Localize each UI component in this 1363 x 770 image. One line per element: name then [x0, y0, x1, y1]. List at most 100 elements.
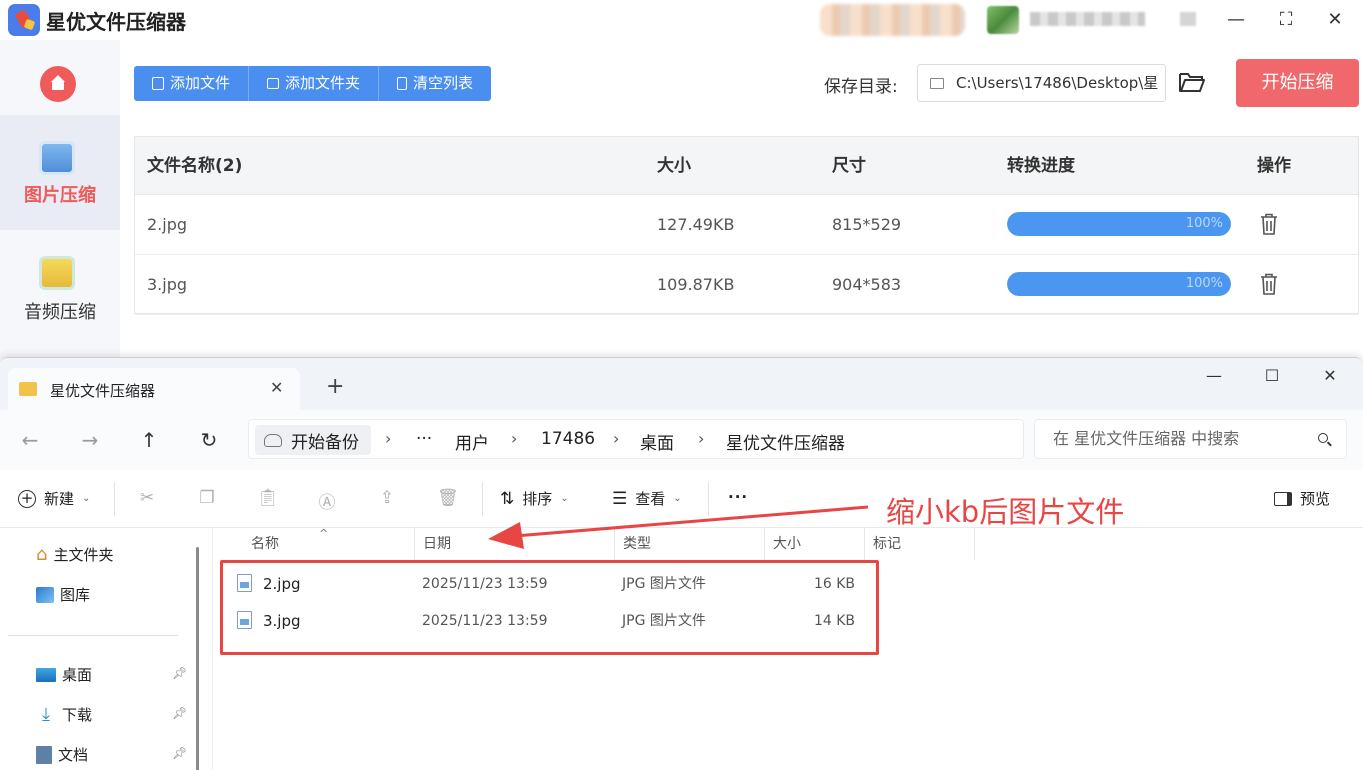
file-row[interactable]: 3.jpg 2025/11/23 13:59 JPG 图片文件 14 KB: [233, 603, 873, 639]
explorer-minimize-button[interactable]: —: [1202, 366, 1226, 385]
cut-icon[interactable]: ✂: [137, 488, 157, 508]
breadcrumb-item[interactable]: 桌面: [640, 429, 674, 454]
breadcrumb-backup[interactable]: 开始备份: [255, 425, 371, 455]
file-size: 16 KB: [813, 576, 855, 592]
annotation-text: 缩小kb后图片文件: [886, 495, 1125, 529]
paste-icon[interactable]: 📋︎: [257, 488, 279, 508]
breadcrumb-item[interactable]: 用户: [455, 429, 489, 454]
blurred-user-info: [820, 4, 965, 36]
sort-label: 排序: [522, 490, 553, 508]
rename-icon[interactable]: Ⓐ: [317, 488, 337, 513]
nav-item-documents[interactable]: 文档: [36, 744, 88, 765]
add-file-label: 添加文件: [170, 74, 231, 92]
blurred-badge: [1180, 12, 1196, 26]
save-dir-label: 保存目录:: [824, 77, 898, 97]
file-name: 2.jpg: [263, 575, 301, 593]
pin-icon[interactable]: 📌︎: [172, 666, 187, 680]
folder-outline-icon: [930, 78, 944, 89]
home-icon[interactable]: [40, 66, 76, 102]
file-toolbar: 添加文件 添加文件夹 清空列表: [134, 66, 492, 101]
new-button[interactable]: + 新建 ⌄: [18, 488, 90, 509]
close-button[interactable]: ✕: [1323, 8, 1347, 32]
file-date: 2025/11/23 13:59: [422, 576, 548, 592]
gallery-icon: [36, 586, 54, 603]
app-logo-icon: [8, 4, 40, 36]
navigation-scrollbar[interactable]: [196, 547, 199, 770]
start-compress-button[interactable]: 开始压缩: [1236, 59, 1359, 107]
breadcrumb-more[interactable]: ···: [416, 429, 432, 449]
explorer-close-button[interactable]: ✕: [1318, 366, 1342, 385]
chevron-right-icon: ›: [698, 429, 705, 448]
sidebar-item-audio-compress[interactable]: 音频压缩: [0, 230, 120, 345]
desktop-icon: [36, 667, 56, 682]
refresh-button[interactable]: ↻: [197, 428, 221, 452]
nav-item-label: 下载: [62, 706, 93, 724]
maximize-button[interactable]: ⛶: [1274, 8, 1298, 32]
nav-item-home[interactable]: ⌂ 主文件夹: [36, 544, 113, 565]
breadcrumb-item[interactable]: 星优文件压缩器: [726, 429, 845, 454]
tab-close-icon[interactable]: ✕: [270, 378, 283, 397]
app-titlebar: 星优文件压缩器 — ⛶ ✕: [0, 0, 1363, 40]
delete-icon[interactable]: [1260, 273, 1278, 295]
sort-button[interactable]: ⇅ 排序 ⌄: [500, 488, 569, 509]
file-explorer-window: 星优文件压缩器 ✕ + — ☐ ✕ ← → ↑ ↻ 开始备份 › ··· 用户 …: [0, 357, 1363, 770]
column-header-name[interactable]: 名称 ^: [243, 527, 415, 560]
sort-ascending-icon: ^: [319, 527, 329, 540]
column-header-date[interactable]: 日期: [415, 528, 615, 560]
up-button[interactable]: ↑: [137, 428, 161, 452]
breadcrumb-item[interactable]: 17486: [541, 429, 595, 449]
breadcrumb-backup-label: 开始备份: [291, 433, 359, 453]
delete-icon[interactable]: 🗑︎: [437, 488, 459, 508]
address-bar[interactable]: 开始备份 › ··· 用户 › 17486 › 桌面 › 星优文件压缩器: [248, 419, 1024, 459]
app-title: 星优文件压缩器: [46, 10, 186, 34]
navigation-pane: ⌂ 主文件夹 图库 桌面 📌︎ ⤓ 下载 📌︎ 文档 📌︎: [0, 528, 200, 770]
clear-list-button[interactable]: 清空列表: [379, 66, 491, 101]
column-header-action: 操作: [1257, 156, 1291, 176]
preview-pane-icon: [1274, 491, 1292, 506]
open-folder-icon[interactable]: [1178, 70, 1206, 94]
more-options-button[interactable]: ···: [728, 488, 748, 506]
view-button[interactable]: ☰ 查看 ⌄: [612, 488, 682, 509]
new-tab-button[interactable]: +: [326, 376, 344, 398]
delete-icon[interactable]: [1260, 213, 1278, 235]
file-size: 14 KB: [813, 613, 855, 629]
minimize-button[interactable]: —: [1224, 8, 1248, 32]
explorer-tabbar: 星优文件压缩器 ✕ + — ☐ ✕: [0, 358, 1363, 410]
share-icon[interactable]: ⇪: [377, 488, 397, 508]
file-row[interactable]: 2.jpg 2025/11/23 13:59 JPG 图片文件 16 KB: [233, 566, 873, 602]
column-header-dimensions: 尺寸: [832, 156, 866, 176]
explorer-tab[interactable]: 星优文件压缩器 ✕: [8, 368, 300, 410]
file-icon: [152, 77, 164, 90]
column-header-size[interactable]: 大小: [765, 528, 865, 560]
column-header-type[interactable]: 类型: [615, 528, 765, 560]
chevron-right-icon: ›: [613, 429, 620, 448]
progress-bar: 100%: [1007, 212, 1231, 236]
nav-item-downloads[interactable]: ⤓ 下载: [36, 704, 92, 725]
search-input[interactable]: 在 星优文件压缩器 中搜索: [1034, 419, 1347, 459]
save-dir-input[interactable]: C:\Users\17486\Desktop\星: [917, 64, 1166, 102]
search-icon: [1318, 433, 1328, 443]
progress-text: 100%: [1185, 276, 1223, 291]
back-button[interactable]: ←: [18, 428, 42, 452]
file-table: 文件名称(2) 大小 尺寸 转换进度 操作 2.jpg 127.49KB 815…: [134, 136, 1359, 315]
sidebar-item-image-compress[interactable]: 图片压缩: [0, 115, 120, 230]
nav-item-desktop[interactable]: 桌面: [36, 664, 92, 685]
add-file-button[interactable]: 添加文件: [134, 66, 250, 101]
documents-icon: [36, 745, 52, 764]
pin-icon[interactable]: 📌︎: [172, 746, 187, 760]
home-icon: ⌂: [36, 544, 48, 565]
row-file-dimensions: 904*583: [832, 275, 902, 294]
explorer-commandbar: + 新建 ⌄ ✂ ❐ 📋︎ Ⓐ ⇪ 🗑︎ ⇅ 排序 ⌄ ☰ 查看 ⌄ ··· 预…: [0, 470, 1363, 528]
pin-icon[interactable]: 📌︎: [172, 706, 187, 720]
preview-button[interactable]: 预览: [1274, 488, 1330, 509]
column-header-tags[interactable]: 标记: [865, 528, 975, 560]
forward-button[interactable]: →: [78, 428, 102, 452]
nav-item-gallery[interactable]: 图库: [36, 584, 90, 605]
copy-icon[interactable]: ❐: [197, 488, 217, 508]
file-name: 3.jpg: [263, 612, 301, 630]
explorer-maximize-button[interactable]: ☐: [1260, 366, 1284, 385]
avatar[interactable]: [987, 6, 1019, 34]
column-header-progress: 转换进度: [1007, 156, 1075, 176]
add-folder-button[interactable]: 添加文件夹: [249, 66, 380, 101]
chevron-right-icon: ›: [385, 429, 392, 448]
